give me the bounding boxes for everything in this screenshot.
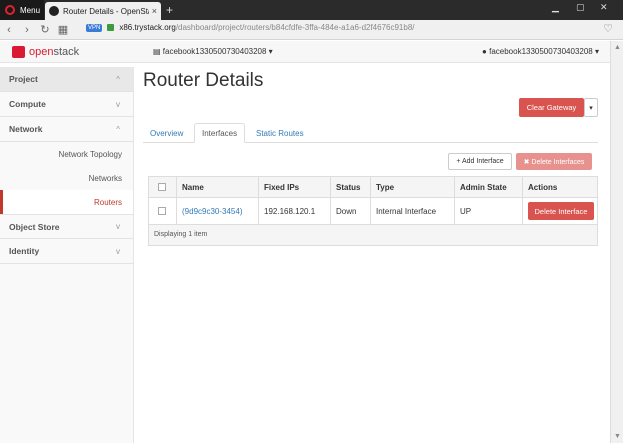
chevron-down-icon: v bbox=[116, 222, 120, 231]
tab-close-icon[interactable]: × bbox=[152, 6, 157, 16]
column-header-fixed-ips[interactable]: Fixed IPs bbox=[258, 177, 330, 197]
chevron-down-icon: v bbox=[116, 246, 120, 256]
sidebar-section-identity[interactable]: Identity v bbox=[0, 239, 133, 264]
browser-tab[interactable]: Router Details - OpenStack × bbox=[45, 2, 161, 20]
delete-interfaces-button[interactable]: ✖ Delete Interfaces bbox=[516, 153, 592, 170]
sidebar-object-store-label: Object Store bbox=[9, 221, 60, 232]
page-title: Router Details bbox=[143, 70, 264, 91]
project-selector-label: facebook1330500730403208 ▾ bbox=[162, 47, 273, 56]
clear-gateway-button[interactable]: Clear Gateway bbox=[519, 98, 584, 117]
openstack-logo[interactable]: open stack bbox=[12, 46, 79, 58]
column-header-type[interactable]: Type bbox=[370, 177, 454, 197]
window-close-icon[interactable]: ✕ bbox=[600, 2, 608, 13]
page-scrollbar[interactable]: ▲ ▼ bbox=[610, 41, 623, 443]
sidebar-compute-label: Compute bbox=[9, 99, 46, 109]
lock-icon[interactable] bbox=[107, 24, 115, 31]
forward-icon[interactable]: › bbox=[18, 24, 36, 36]
new-tab-icon[interactable]: + bbox=[166, 3, 173, 17]
speed-dial-icon[interactable]: ▦ bbox=[54, 23, 72, 36]
router-tabs: Overview Interfaces Static Routes bbox=[143, 123, 598, 143]
delete-interface-button[interactable]: Delete Interface bbox=[528, 202, 594, 220]
sidebar-item-routers[interactable]: Routers bbox=[0, 190, 133, 214]
sidebar-section-project[interactable]: Project ^ bbox=[0, 67, 133, 92]
type-cell: Internal Interface bbox=[370, 198, 454, 224]
browser-menu-button[interactable]: Menu bbox=[0, 0, 44, 20]
chevron-down-icon: v bbox=[116, 99, 120, 109]
user-menu[interactable]: ● facebook1330500730403208 ▾ bbox=[482, 47, 599, 56]
tab-overview[interactable]: Overview bbox=[143, 123, 190, 143]
sidebar-project-label: Project bbox=[9, 74, 38, 84]
project-selector[interactable]: ▤ facebook1330500730403208 ▾ bbox=[153, 47, 273, 56]
select-all-checkbox[interactable] bbox=[158, 183, 166, 191]
bookmark-heart-icon[interactable]: ♡ bbox=[603, 22, 613, 35]
table-row: (9d9c9c30-3454) 192.168.120.1 Down Inter… bbox=[149, 198, 597, 225]
fixed-ips-cell: 192.168.120.1 bbox=[258, 198, 330, 224]
sidebar-section-network[interactable]: Network ^ bbox=[0, 117, 133, 142]
row-checkbox[interactable] bbox=[158, 207, 166, 215]
column-header-actions: Actions bbox=[522, 177, 597, 197]
item-count: Displaying 1 item bbox=[154, 231, 208, 238]
sidebar-section-object-store[interactable]: Object Store v bbox=[0, 214, 133, 239]
scroll-up-icon[interactable]: ▲ bbox=[614, 44, 621, 51]
logo-text-stack: stack bbox=[53, 46, 80, 58]
url-field[interactable]: VPN x86.trystack.org/dashboard/project/r… bbox=[86, 23, 415, 32]
table-header: Name Fixed IPs Status Type Admin State A… bbox=[149, 177, 597, 198]
project-selector-icon: ▤ bbox=[153, 47, 163, 56]
sidebar-item-network-topology[interactable]: Network Topology bbox=[0, 142, 133, 166]
chevron-up-icon: ^ bbox=[116, 124, 120, 134]
actions-cell: Delete Interface bbox=[522, 198, 597, 224]
interface-name-cell: (9d9c9c30-3454) bbox=[176, 198, 258, 224]
interface-name-link[interactable]: (9d9c9c30-3454) bbox=[182, 207, 242, 216]
tab-static-routes[interactable]: Static Routes bbox=[249, 123, 311, 143]
table-footer: Displaying 1 item bbox=[149, 225, 597, 245]
select-all-cell bbox=[149, 177, 176, 197]
sidebar: Project ^ Compute v Network ^ Network To… bbox=[0, 67, 134, 443]
tab-title: Router Details - OpenStack bbox=[63, 6, 149, 16]
status-cell: Down bbox=[330, 198, 370, 224]
user-menu-label: facebook1330500730403208 ▾ bbox=[489, 47, 599, 56]
tab-interfaces[interactable]: Interfaces bbox=[194, 123, 246, 143]
column-header-admin-state[interactable]: Admin State bbox=[454, 177, 522, 197]
column-header-name[interactable]: Name bbox=[176, 177, 258, 197]
url-path: /dashboard/project/routers/b84cfdfe-3ffa… bbox=[175, 23, 415, 32]
column-header-status[interactable]: Status bbox=[330, 177, 370, 197]
vpn-badge[interactable]: VPN bbox=[86, 23, 103, 32]
tab-favicon-icon bbox=[49, 6, 59, 16]
chevron-up-icon: ^ bbox=[116, 74, 120, 84]
sidebar-section-compute[interactable]: Compute v bbox=[0, 92, 133, 117]
logo-text-open: open bbox=[29, 46, 54, 58]
back-icon[interactable]: ‹ bbox=[0, 24, 18, 36]
url-host: x86.trystack.org bbox=[119, 23, 176, 32]
opera-logo-icon bbox=[5, 5, 15, 15]
more-actions-dropdown[interactable]: ▾ bbox=[584, 98, 598, 117]
scroll-down-icon[interactable]: ▼ bbox=[614, 433, 621, 440]
window-minimize-icon[interactable]: ▁ bbox=[552, 2, 559, 13]
browser-menu-label: Menu bbox=[20, 5, 41, 15]
add-interface-button[interactable]: + Add Interface bbox=[448, 153, 512, 170]
interfaces-table: Name Fixed IPs Status Type Admin State A… bbox=[148, 176, 598, 246]
admin-state-cell: UP bbox=[454, 198, 522, 224]
row-select-cell bbox=[149, 198, 176, 224]
window-maximize-icon[interactable]: ▢ bbox=[576, 2, 585, 13]
reload-icon[interactable]: ↻ bbox=[36, 23, 54, 36]
sidebar-item-networks[interactable]: Networks bbox=[0, 166, 133, 190]
sidebar-identity-label: Identity bbox=[9, 246, 40, 256]
browser-tab-bar: Menu Router Details - OpenStack × + ▁ ▢ … bbox=[0, 0, 623, 20]
openstack-logo-icon bbox=[12, 46, 25, 58]
sidebar-network-label: Network bbox=[9, 124, 43, 134]
